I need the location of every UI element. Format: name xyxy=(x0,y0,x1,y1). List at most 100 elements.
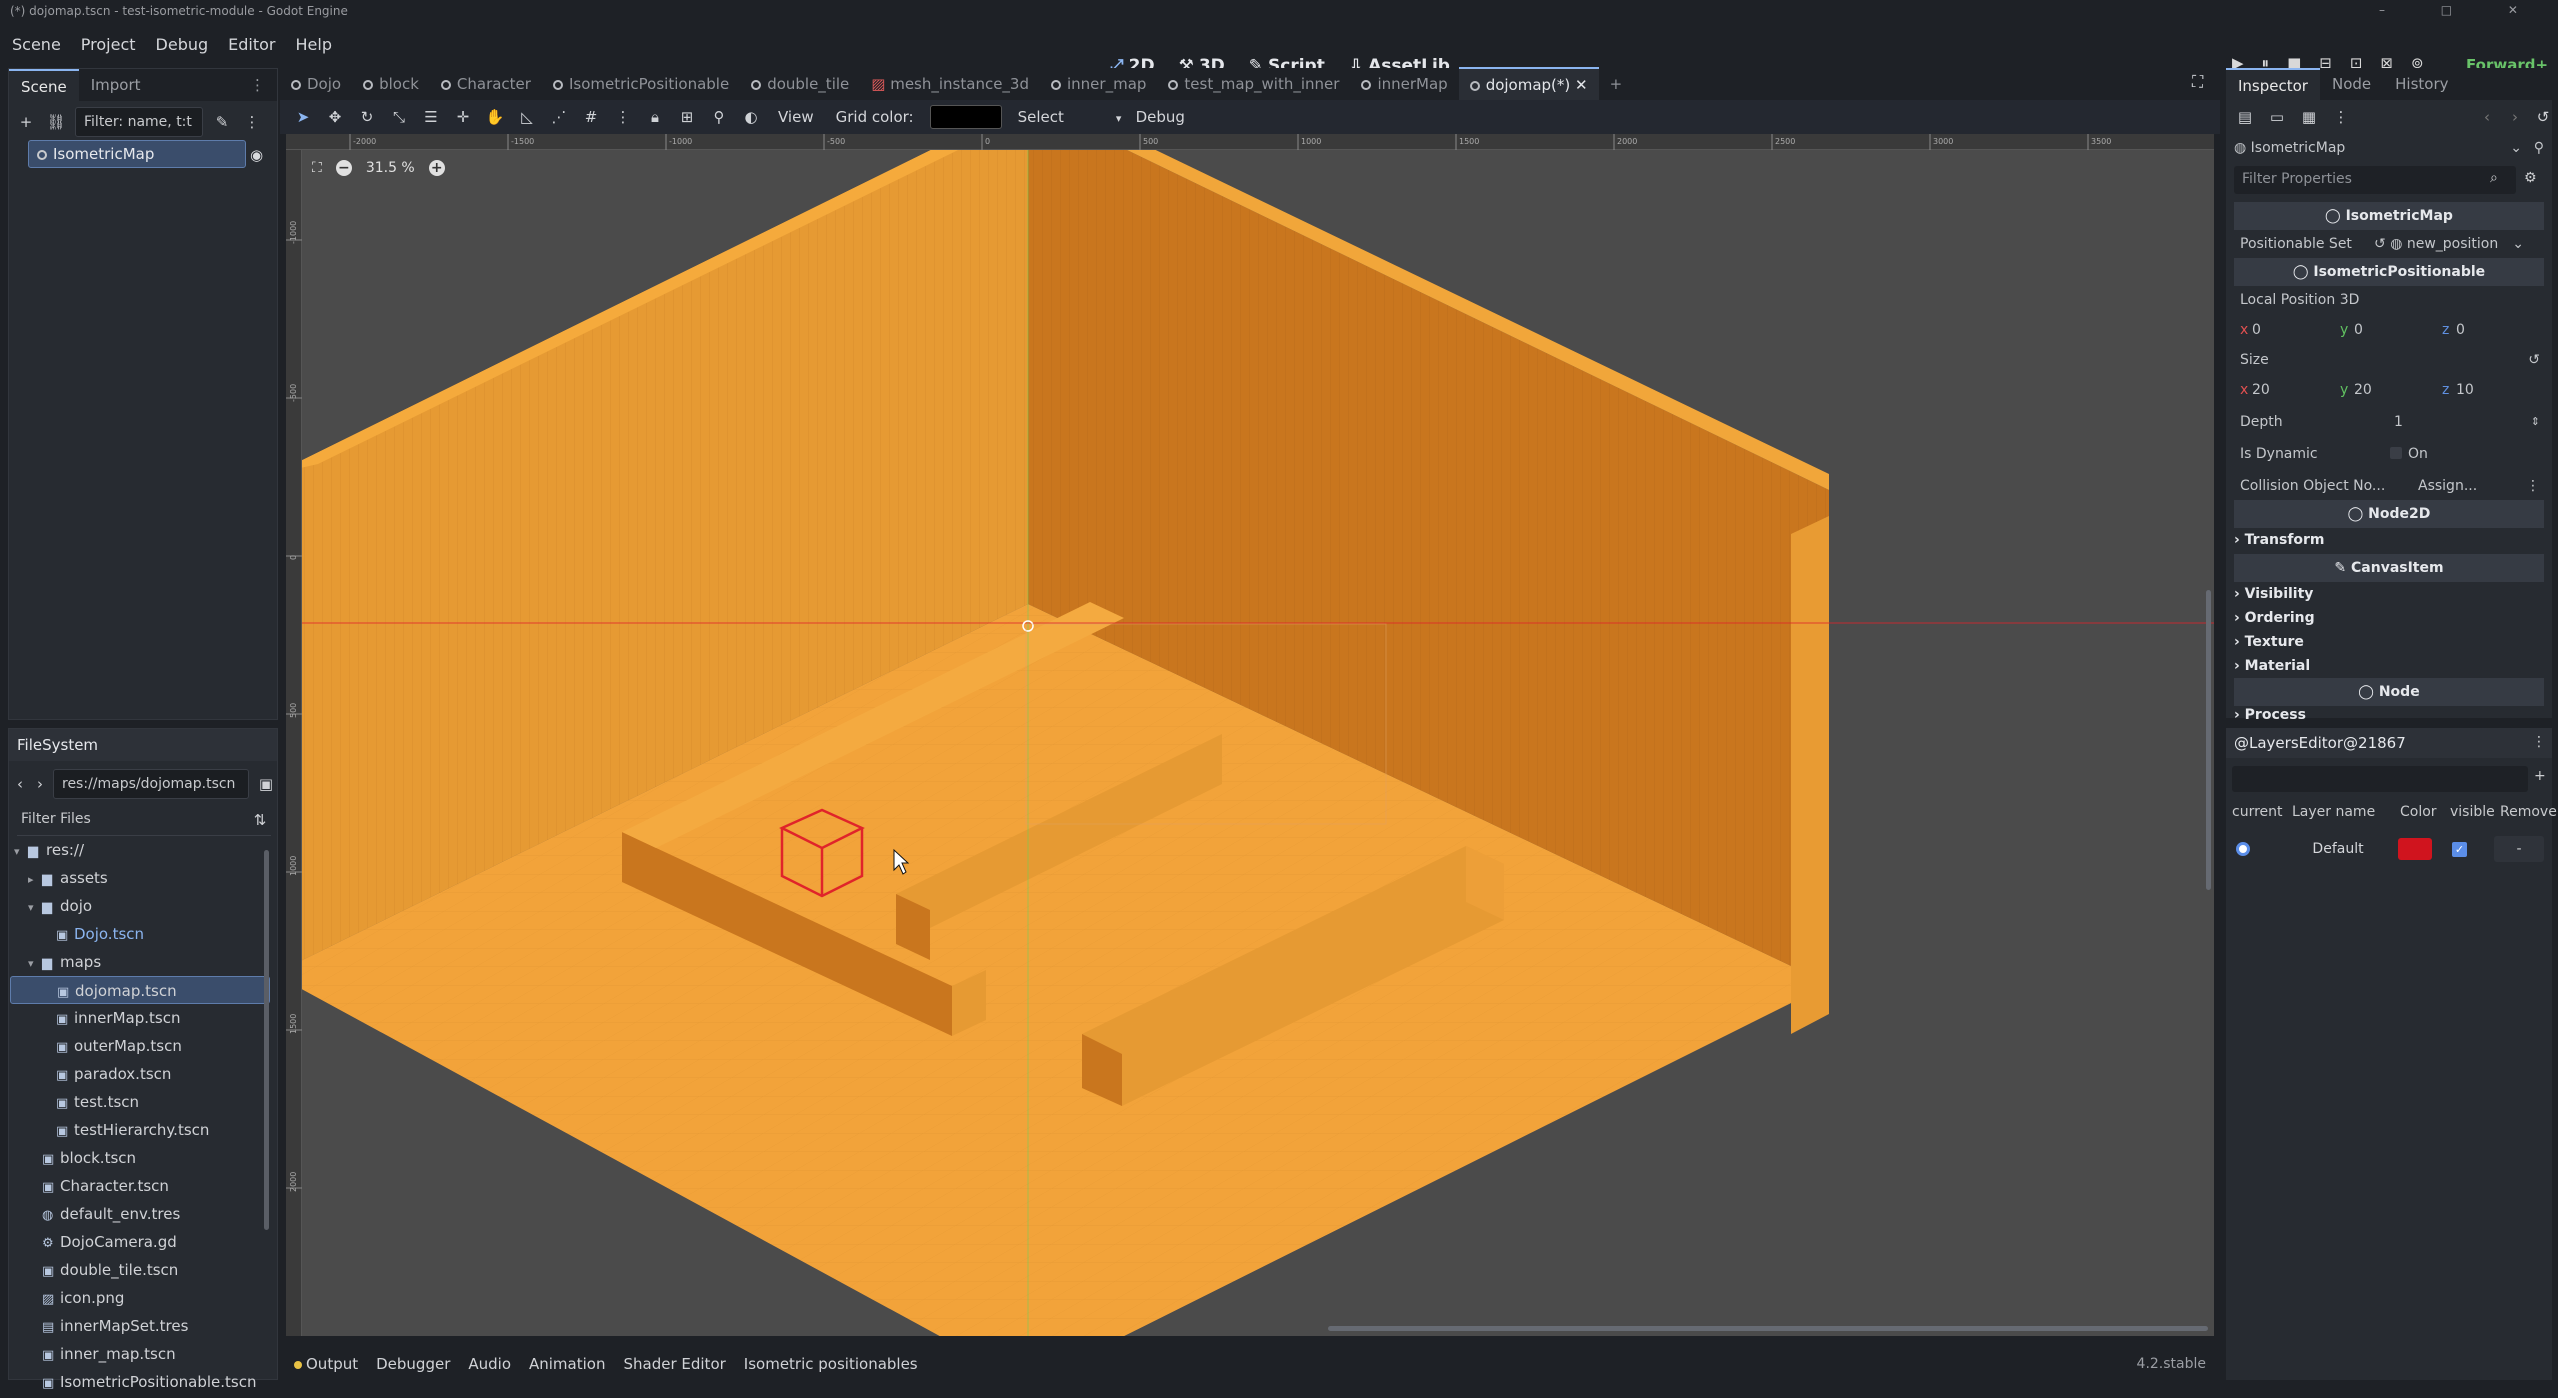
file-tree-row[interactable]: ▣ paradox.tscn xyxy=(10,1060,270,1088)
current-layer-radio[interactable] xyxy=(2236,842,2250,856)
add-node-icon[interactable]: + xyxy=(15,111,37,133)
file-tree-row[interactable]: ▣ Character.tscn xyxy=(10,1172,270,1200)
expand-arrow-icon[interactable]: ▾ xyxy=(28,894,42,922)
size-x[interactable]: 20 xyxy=(2252,376,2270,404)
tab-inspector[interactable]: Inspector xyxy=(2226,68,2320,100)
size-y[interactable]: 20 xyxy=(2354,376,2372,404)
file-tree-row[interactable]: ▣ block.tscn xyxy=(10,1144,270,1172)
debugger-tab[interactable]: Debugger xyxy=(376,1355,450,1373)
close-tab-icon[interactable]: ✕ xyxy=(1570,76,1588,94)
link-icon[interactable]: ⛓ xyxy=(45,111,67,133)
dock-menu-icon[interactable]: ⋮ xyxy=(238,69,277,101)
select-mode-icon[interactable]: ➤ xyxy=(292,108,314,126)
viewport-h-scrollbar[interactable] xyxy=(1328,1326,2208,1331)
tab-history[interactable]: History xyxy=(2383,68,2460,100)
zoom-out-icon[interactable]: − xyxy=(335,160,352,176)
layer-name[interactable]: Default xyxy=(2280,836,2396,862)
audio-tab[interactable]: Audio xyxy=(468,1355,511,1373)
expand-arrow-icon[interactable]: ▾ xyxy=(14,838,28,866)
ruler-mode-icon[interactable]: ◺ xyxy=(516,108,538,126)
reset-size-icon[interactable]: ↺ xyxy=(2528,346,2540,374)
bone-icon[interactable]: ⚲ xyxy=(708,108,730,126)
file-tree-row[interactable]: ▣ innerMap.tscn xyxy=(10,1004,270,1032)
local-position-x[interactable]: 0 xyxy=(2252,316,2261,344)
move-mode-icon[interactable]: ✥ xyxy=(324,108,346,126)
reset-icon[interactable]: ↺ xyxy=(2374,236,2390,252)
file-tree-row[interactable]: ▣ inner_map.tscn xyxy=(10,1340,270,1368)
file-tree-row[interactable]: ▣ dojomap.tscn xyxy=(10,976,270,1004)
canvas-viewport[interactable] xyxy=(286,134,2214,1336)
debug-menu[interactable]: Debug xyxy=(1130,108,1191,126)
menu-debug[interactable]: Debug xyxy=(146,22,219,68)
attach-script-icon[interactable]: ✎ xyxy=(211,111,233,133)
object-tools-icon[interactable]: ⚲ xyxy=(2534,134,2544,162)
editor-tab-6[interactable]: inner_map xyxy=(1040,68,1157,100)
scale-mode-icon[interactable]: ⤡ xyxy=(388,108,410,126)
filesystem-path-input[interactable]: res://maps/dojomap.tscn xyxy=(53,769,249,799)
pan-mode-icon[interactable]: ✋ xyxy=(484,108,506,126)
group-icon[interactable]: ⊞ xyxy=(676,108,698,126)
grid-snap-icon[interactable]: # xyxy=(580,108,602,126)
collision-assign-button[interactable]: Assign... xyxy=(2418,472,2477,500)
menu-scene[interactable]: Scene xyxy=(2,22,71,68)
visibility-eye-icon[interactable]: ◉ xyxy=(250,146,263,164)
list-select-icon[interactable]: ☰ xyxy=(420,108,442,126)
is-dynamic-checkbox[interactable]: On xyxy=(2390,440,2428,468)
options-icon[interactable]: ⋮ xyxy=(2526,472,2540,500)
zoom-level[interactable]: 31.5 % xyxy=(366,160,415,176)
file-tree-row[interactable]: ▸ ▆ assets xyxy=(10,864,270,892)
file-tree-row[interactable]: ▣ outerMap.tscn xyxy=(10,1032,270,1060)
history-back-icon[interactable]: ‹ xyxy=(2476,106,2498,128)
back-icon[interactable]: ‹ xyxy=(13,773,27,795)
scene-filter-input[interactable]: Filter: name, t:t xyxy=(75,107,203,137)
editor-tab-0[interactable]: Dojo xyxy=(280,68,352,100)
select-dropdown[interactable]: Select ▾ xyxy=(1012,108,1122,126)
lock-icon[interactable]: 🔒︎ xyxy=(644,108,666,126)
open-resource-icon[interactable]: ▭ xyxy=(2266,106,2288,128)
file-tree-row[interactable]: ▣ Dojo.tscn xyxy=(10,920,270,948)
expand-arrow-icon[interactable]: ▾ xyxy=(28,950,42,978)
property-options-icon[interactable]: ⚙ xyxy=(2524,170,2537,186)
distraction-free-icon[interactable]: ⛶ xyxy=(2192,72,2203,92)
file-tree-row[interactable]: ▾ ▆ dojo xyxy=(10,892,270,920)
file-tree-row[interactable]: ▣ IsometricPositionable.tscn xyxy=(10,1368,270,1396)
isometric-positionables-tab[interactable]: Isometric positionables xyxy=(744,1355,918,1373)
resource-options-icon[interactable]: ⋮ xyxy=(2330,106,2352,128)
rotate-mode-icon[interactable]: ↻ xyxy=(356,108,378,126)
spin-arrows-icon[interactable]: ⇕ xyxy=(2531,408,2540,436)
center-view-icon[interactable]: ⛶ xyxy=(312,160,322,176)
history-forward-icon[interactable]: › xyxy=(2504,106,2526,128)
view-menu[interactable]: View xyxy=(772,108,820,126)
shader-editor-tab[interactable]: Shader Editor xyxy=(623,1355,725,1373)
file-tree-row[interactable]: ◍ default_env.tres xyxy=(10,1200,270,1228)
file-tree-row[interactable]: ▣ testHierarchy.tscn xyxy=(10,1116,270,1144)
zoom-in-icon[interactable]: + xyxy=(428,160,445,176)
add-layer-icon[interactable]: + xyxy=(2534,768,2546,784)
file-tree-row[interactable]: ▨ icon.png xyxy=(10,1284,270,1312)
menu-project[interactable]: Project xyxy=(71,22,146,68)
editor-tab-7[interactable]: test_map_with_inner xyxy=(1157,68,1350,100)
editor-tab-3[interactable]: IsometricPositionable xyxy=(542,68,740,100)
file-tree-row[interactable]: ▤ innerMapSet.tres xyxy=(10,1312,270,1340)
window-controls[interactable]: – □ ✕ xyxy=(2379,3,2544,17)
local-position-y[interactable]: 0 xyxy=(2354,316,2363,344)
expand-arrow-icon[interactable]: ▸ xyxy=(28,866,42,894)
depth-value[interactable]: 1 xyxy=(2394,408,2403,436)
visible-checkbox[interactable]: ✓ xyxy=(2452,842,2467,857)
editor-tab-8[interactable]: innerMap xyxy=(1350,68,1458,100)
size-z[interactable]: 10 xyxy=(2456,376,2474,404)
editor-tab-4[interactable]: double_tile xyxy=(740,68,860,100)
filesystem-filter-input[interactable]: Filter Files xyxy=(13,805,243,835)
editor-tab-2[interactable]: Character xyxy=(430,68,542,100)
camera-override-icon[interactable]: ◐ xyxy=(740,108,762,126)
editor-tab-5[interactable]: ▨ mesh_instance_3d xyxy=(860,68,1040,100)
history-icon[interactable]: ↺ xyxy=(2532,106,2554,128)
sort-icon[interactable]: ⇅ xyxy=(249,809,271,831)
dock-menu-icon[interactable]: ⋮ xyxy=(2532,734,2546,750)
animation-tab[interactable]: Animation xyxy=(529,1355,605,1373)
filesystem-scrollbar[interactable] xyxy=(264,850,269,1230)
new-layer-input[interactable] xyxy=(2232,766,2528,792)
group-material[interactable]: › Material xyxy=(2234,652,2544,680)
scene-tree-root-node[interactable]: IsometricMap xyxy=(28,140,246,168)
file-tree-row[interactable]: ▾ ▆ maps xyxy=(10,948,270,976)
